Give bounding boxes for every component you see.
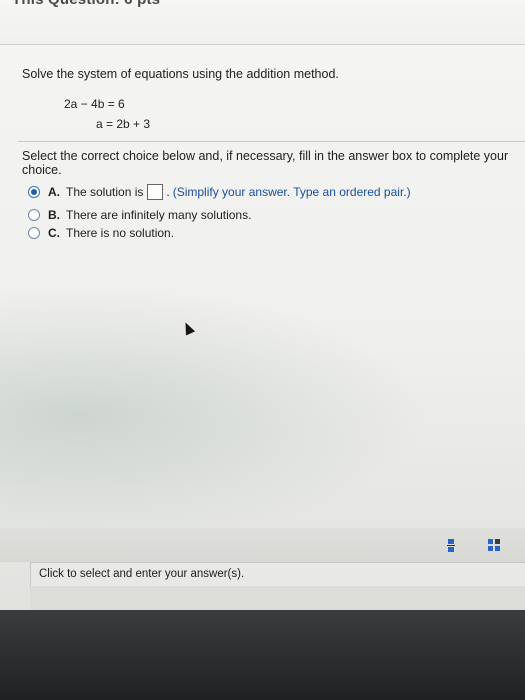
choice-a-text: The solution is: [66, 185, 144, 199]
math-toolbar: [0, 528, 525, 562]
choice-a-period: .: [166, 185, 170, 199]
question-instruction: Solve the system of equations using the …: [22, 67, 339, 81]
choice-c-letter: C.: [48, 226, 60, 240]
choice-a[interactable]: A. The solution is . (Simplify your answ…: [28, 183, 411, 201]
radio-a[interactable]: [28, 186, 40, 198]
fraction-icon: [447, 538, 455, 552]
choice-a-letter: A.: [48, 185, 60, 199]
choice-prompt: Select the correct choice below and, if …: [22, 149, 509, 177]
matrix-tool-button[interactable]: [484, 536, 504, 554]
choice-a-hint: (Simplify your answer. Type an ordered p…: [172, 185, 411, 199]
answer-input-box[interactable]: [147, 184, 164, 200]
divider: [18, 141, 525, 142]
question-points-header: This Question: 6 pts: [12, 0, 160, 8]
choice-c-text: There is no solution.: [66, 226, 175, 240]
choice-b-letter: B.: [48, 208, 60, 222]
radio-b[interactable]: [28, 209, 40, 221]
choice-b-text: There are infinitely many solutions.: [66, 208, 252, 222]
equation-2: a = 2b + 3: [96, 117, 151, 131]
footer-instruction: Click to select and enter your answer(s)…: [39, 568, 245, 580]
fraction-tool-button[interactable]: [441, 536, 461, 554]
matrix-icon: [488, 539, 500, 551]
screen: This Question: 6 pts Solve the system of…: [0, 0, 525, 700]
radio-c[interactable]: [28, 227, 40, 239]
equation-1: 2a − 4b = 6: [64, 97, 125, 111]
answer-status-bar: Click to select and enter your answer(s)…: [30, 562, 525, 587]
question-header-bar: This Question: 6 pts: [0, 0, 525, 45]
choice-c[interactable]: C. There is no solution.: [28, 224, 174, 242]
question-panel: Solve the system of equations using the …: [0, 45, 525, 545]
choice-b[interactable]: B. There are infinitely many solutions.: [28, 206, 251, 224]
monitor-bezel: [0, 610, 525, 700]
